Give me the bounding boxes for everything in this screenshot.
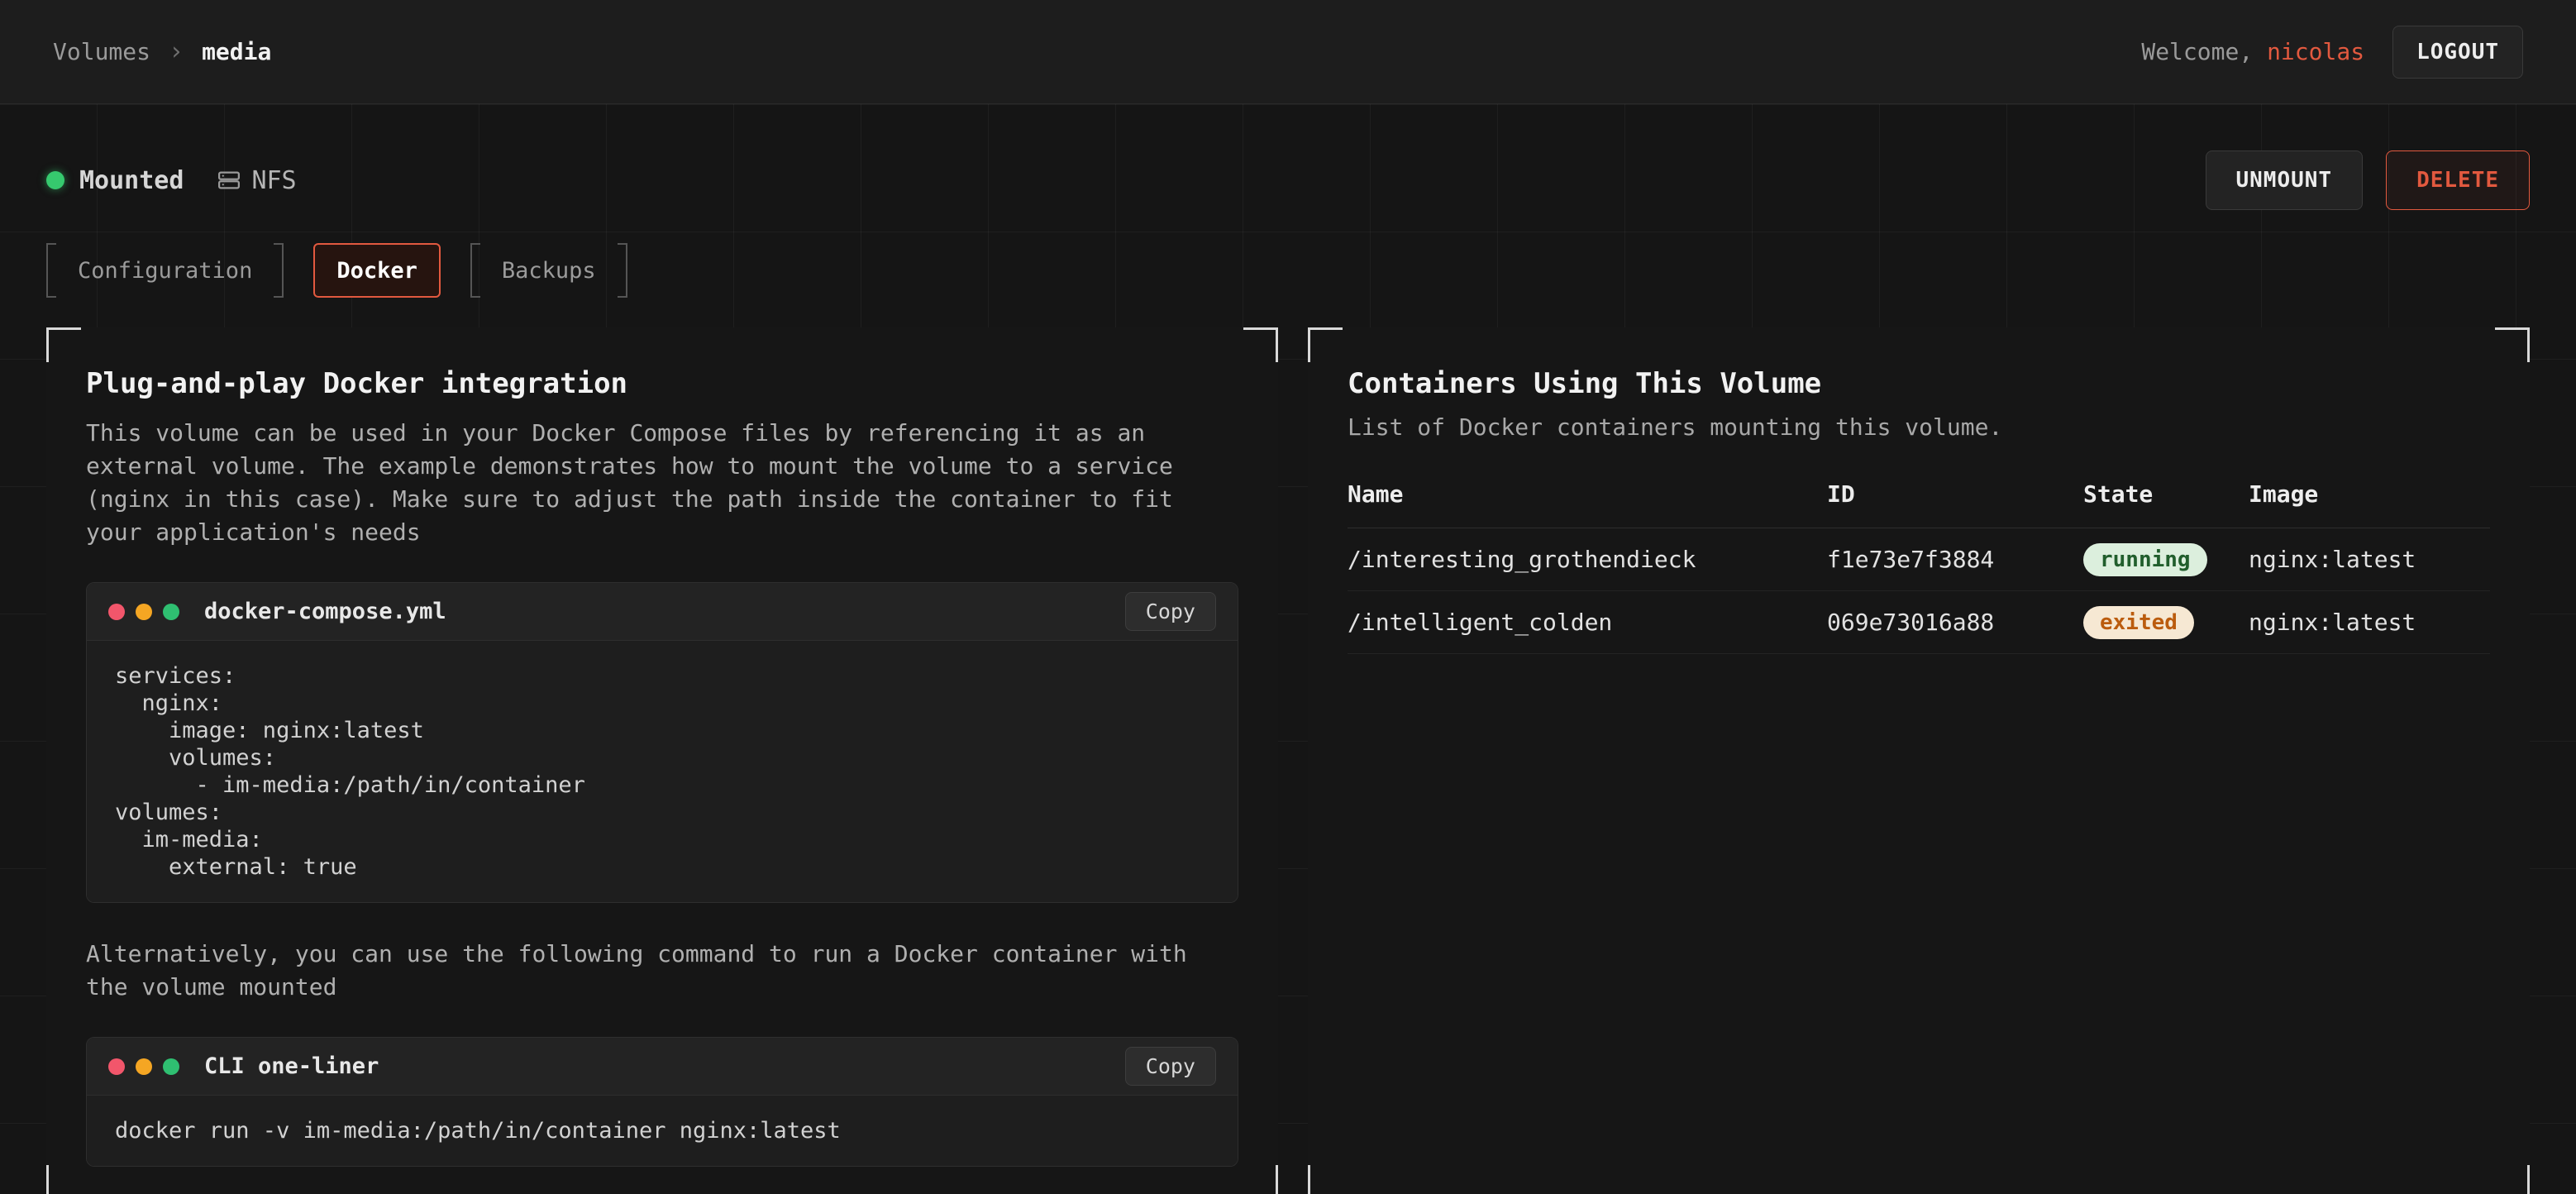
docker-integration-panel: Plug-and-play Docker integration This vo… (46, 327, 1278, 1194)
tab-docker[interactable]: Docker (313, 243, 441, 298)
containers-table: Name ID State Image /interesting_grothen… (1348, 480, 2490, 654)
driver-name-label: NFS (251, 166, 296, 195)
breadcrumb-volumes-link[interactable]: Volumes (53, 38, 150, 65)
corner-mark (46, 1165, 81, 1194)
cli-code-content: docker run -v im-media:/path/in/containe… (87, 1096, 1238, 1166)
column-header-name: Name (1348, 480, 1827, 508)
traffic-light-yellow-icon (136, 1058, 152, 1075)
container-name: /intelligent_colden (1348, 609, 1827, 636)
traffic-light-red-icon (108, 604, 125, 620)
compose-copy-button[interactable]: Copy (1125, 592, 1216, 631)
compose-code-header: docker-compose.yml Copy (87, 583, 1238, 641)
container-image: nginx:latest (2249, 546, 2490, 573)
bracket-right-icon (274, 243, 284, 298)
bracket-left-icon (470, 243, 480, 298)
volume-status: Mounted NFS (46, 166, 297, 195)
cli-code-header: CLI one-liner Copy (87, 1038, 1238, 1096)
docker-panel-title: Plug-and-play Docker integration (86, 367, 1238, 400)
corner-mark (1243, 1165, 1278, 1194)
traffic-light-green-icon (163, 604, 179, 620)
driver-info: NFS (217, 166, 296, 195)
traffic-light-green-icon (163, 1058, 179, 1075)
corner-mark (2495, 327, 2530, 362)
breadcrumb-chevron-icon: › (169, 37, 184, 66)
delete-button[interactable]: DELETE (2386, 150, 2530, 210)
corner-mark (1308, 327, 1343, 362)
unmount-button[interactable]: UNMOUNT (2206, 150, 2364, 210)
compose-filename: docker-compose.yml (204, 599, 446, 624)
containers-panel: Containers Using This Volume List of Doc… (1308, 327, 2530, 1194)
cli-copy-button[interactable]: Copy (1125, 1047, 1216, 1086)
logout-button[interactable]: LOGOUT (2392, 26, 2523, 79)
column-header-image: Image (2249, 480, 2490, 508)
containers-table-header: Name ID State Image (1348, 480, 2490, 528)
breadcrumb: Volumes › media (53, 37, 271, 66)
tab-docker-label: Docker (315, 245, 439, 296)
corner-mark (1308, 1165, 1343, 1194)
column-header-state: State (2083, 480, 2249, 508)
table-row: /intelligent_colden 069e73016a88 exited … (1348, 591, 2490, 654)
window-dots (108, 604, 179, 620)
tab-bar: Configuration Docker Backups (46, 243, 2530, 298)
cli-code-block: CLI one-liner Copy docker run -v im-medi… (86, 1037, 1238, 1167)
tab-configuration-label: Configuration (56, 243, 274, 298)
corner-mark (1243, 327, 1278, 362)
nfs-driver-icon (217, 168, 241, 193)
username: nicolas (2267, 38, 2364, 65)
status-row: Mounted NFS UNMOUNT DELETE (46, 150, 2530, 210)
mounted-status-dot-icon (46, 171, 64, 189)
container-name: /interesting_grothendieck (1348, 546, 1827, 573)
bracket-left-icon (46, 243, 56, 298)
compose-code-content: services: nginx: image: nginx:latest vol… (87, 641, 1238, 902)
tab-backups[interactable]: Backups (470, 243, 627, 298)
column-header-id: ID (1827, 480, 2083, 508)
welcome-text: Welcome, nicolas (2141, 38, 2364, 65)
state-badge: exited (2083, 606, 2194, 639)
tab-backups-label: Backups (480, 243, 618, 298)
panels-row: Plug-and-play Docker integration This vo… (46, 327, 2530, 1194)
traffic-light-yellow-icon (136, 604, 152, 620)
window-dots (108, 1058, 179, 1075)
container-id: 069e73016a88 (1827, 609, 2083, 636)
container-id: f1e73e7f3884 (1827, 546, 2083, 573)
state-badge: running (2083, 543, 2207, 576)
breadcrumb-current-volume: media (202, 38, 271, 65)
corner-mark (46, 327, 81, 362)
main-content: Mounted NFS UNMOUNT DELETE Configuration (0, 150, 2576, 1194)
corner-mark (2495, 1165, 2530, 1194)
compose-code-block: docker-compose.yml Copy services: nginx:… (86, 582, 1238, 903)
topbar-right: Welcome, nicolas LOGOUT (2141, 26, 2523, 79)
topbar: Volumes › media Welcome, nicolas LOGOUT (0, 0, 2576, 104)
cli-title: CLI one-liner (204, 1053, 379, 1079)
welcome-prefix: Welcome, (2141, 38, 2253, 65)
docker-panel-description: This volume can be used in your Docker C… (86, 417, 1238, 549)
containers-panel-title: Containers Using This Volume (1348, 367, 2490, 400)
containers-panel-subtitle: List of Docker containers mounting this … (1348, 413, 2490, 441)
tab-configuration[interactable]: Configuration (46, 243, 284, 298)
cli-intro-text: Alternatively, you can use the following… (86, 938, 1238, 1004)
mount-status-label: Mounted (79, 166, 184, 195)
volume-actions: UNMOUNT DELETE (2206, 150, 2531, 210)
traffic-light-red-icon (108, 1058, 125, 1075)
table-row: /interesting_grothendieck f1e73e7f3884 r… (1348, 528, 2490, 591)
bracket-right-icon (618, 243, 627, 298)
container-image: nginx:latest (2249, 609, 2490, 636)
